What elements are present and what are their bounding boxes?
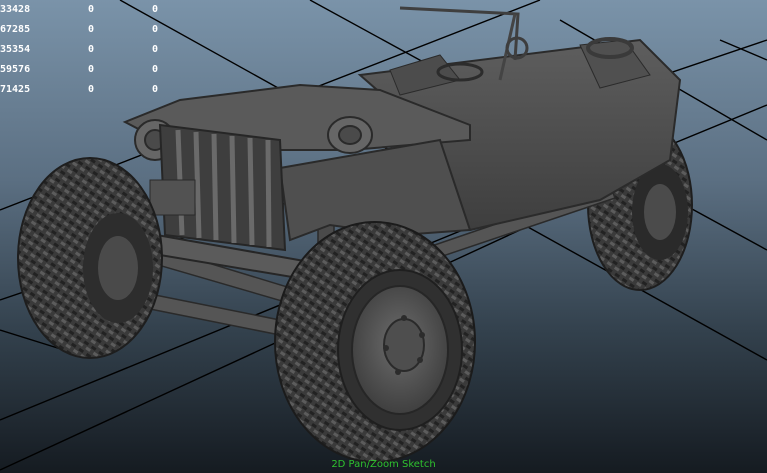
hud-row: 59576 0 0: [0, 60, 180, 80]
front-right-wheel: [274, 221, 476, 463]
hud-value-2: 0: [152, 84, 159, 95]
hud-row: 35354 0 0: [0, 40, 180, 60]
hud-value-id: 33428: [0, 4, 31, 15]
hud-value-2: 0: [152, 24, 159, 35]
hud-value-1: 0: [88, 4, 95, 15]
hud-row: 33428 0 0: [0, 0, 180, 20]
hud-value-id: 67285: [0, 24, 31, 35]
hud-value-2: 0: [152, 44, 159, 55]
hud-value-id: 71425: [0, 84, 31, 95]
hud-value-2: 0: [152, 64, 159, 75]
3d-viewport[interactable]: 33428 0 0 67285 0 0 35354 0 0 59576 0 0 …: [0, 0, 767, 473]
hud-row: 71425 0 0: [0, 80, 180, 100]
hud-value-id: 35354: [0, 44, 31, 55]
hud-row: 67285 0 0: [0, 20, 180, 40]
front-left-wheel: [17, 157, 163, 359]
hud-value-2: 0: [152, 4, 159, 15]
hud-value-id: 59576: [0, 64, 31, 75]
hud-value-1: 0: [88, 24, 95, 35]
hud-value-1: 0: [88, 44, 95, 55]
hud-stats-overlay: 33428 0 0 67285 0 0 35354 0 0 59576 0 0 …: [0, 0, 180, 100]
front-grille: [149, 123, 287, 252]
hud-value-1: 0: [88, 84, 95, 95]
camera-mode-label: 2D Pan/Zoom Sketch: [331, 459, 436, 470]
hud-value-1: 0: [88, 64, 95, 75]
